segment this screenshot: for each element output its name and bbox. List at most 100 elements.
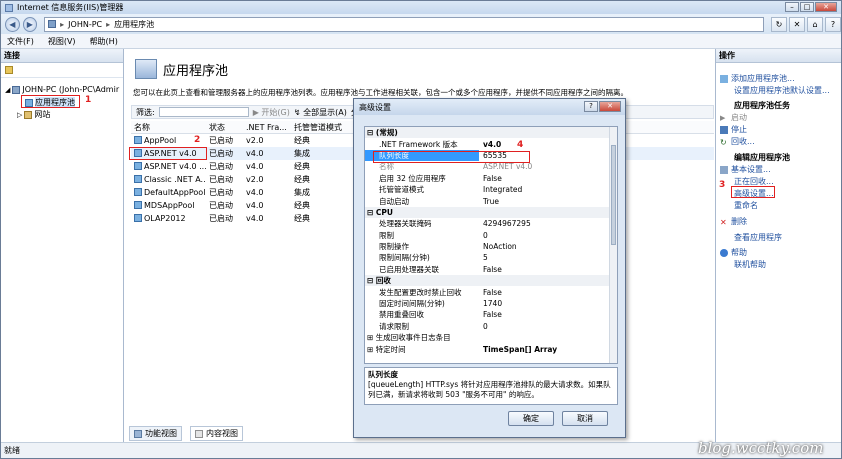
property-name-text: 启用 32 位应用程序: [379, 173, 446, 183]
expand-icon[interactable]: ⊞: [367, 333, 376, 342]
column-name[interactable]: 名称: [131, 121, 206, 133]
property-row[interactable]: 限制间隔(分钟) 5: [365, 252, 617, 263]
action-online-help[interactable]: 联机帮助: [734, 259, 766, 270]
action-stop[interactable]: 停止: [720, 124, 747, 135]
property-name-text: 托管管道模式: [379, 185, 424, 195]
property-value[interactable]: False: [479, 174, 605, 183]
property-row[interactable]: ⊞ 特定时间 TimeSpan[] Array: [365, 343, 617, 354]
cancel-button[interactable]: 取消: [562, 411, 608, 426]
action-rename-label: 重命名: [734, 201, 758, 210]
property-value[interactable]: ASP.NET v4.0: [479, 162, 605, 171]
action-help[interactable]: 帮助: [720, 247, 747, 258]
iis-manager-window: Internet 信息服务(IIS)管理器 – □ ✕ ◀ ▶ ▸ JOHN-P…: [0, 0, 842, 459]
property-grid-scrollbar[interactable]: [609, 127, 617, 363]
property-value[interactable]: 4294967295: [479, 219, 605, 228]
property-row[interactable]: 限制 0: [365, 230, 617, 241]
column-pipeline[interactable]: 托管管道模式: [291, 121, 351, 133]
table-cell: 已启动: [206, 160, 243, 173]
tab-features-view[interactable]: 功能视图: [129, 426, 182, 441]
action-start[interactable]: ▶ 启动: [720, 112, 747, 123]
property-category[interactable]: ⊟ (常规): [365, 127, 617, 139]
property-value[interactable]: 0: [479, 231, 605, 240]
property-value[interactable]: NoAction: [479, 242, 605, 251]
collapse-icon[interactable]: ⊟: [367, 208, 376, 217]
table-cell: 经典: [291, 212, 351, 225]
expand-icon[interactable]: ▷: [17, 111, 22, 119]
property-value[interactable]: v4.0: [479, 140, 605, 149]
maximize-button[interactable]: □: [800, 2, 814, 12]
property-value[interactable]: True: [479, 197, 605, 206]
cell-text: 经典: [294, 201, 310, 210]
action-view-apps[interactable]: 查看应用程序: [734, 232, 782, 243]
property-row[interactable]: 处理器关联掩码 4294967295: [365, 218, 617, 229]
action-basic-settings[interactable]: 基本设置...: [720, 164, 771, 175]
back-icon[interactable]: ◀: [5, 16, 20, 32]
collapse-icon[interactable]: ⊟: [367, 276, 376, 285]
breadcrumb-server[interactable]: JOHN-PC: [68, 20, 102, 29]
refresh-icon[interactable]: ↻: [771, 16, 787, 32]
home-icon[interactable]: ⌂: [807, 16, 823, 32]
property-row[interactable]: 自动启动 True: [365, 195, 617, 206]
property-row[interactable]: 固定时间间隔(分钟) 1740: [365, 298, 617, 309]
action-recycle[interactable]: ↻ 回收...: [720, 136, 755, 147]
close-button[interactable]: ✕: [815, 2, 837, 12]
action-set-defaults[interactable]: 设置应用程序池默认设置...: [734, 85, 830, 96]
action-add-pool[interactable]: 添加应用程序池...: [720, 73, 795, 84]
scrollbar-thumb[interactable]: [611, 145, 616, 245]
property-value[interactable]: TimeSpan[] Array: [479, 345, 605, 354]
dialog-help-button[interactable]: ?: [584, 101, 598, 112]
tab-content-view[interactable]: 内容视图: [190, 426, 243, 441]
column-dotnet[interactable]: .NET Fra...: [243, 121, 291, 133]
property-row[interactable]: 禁用重叠回收 False: [365, 309, 617, 320]
tree-item-sites[interactable]: ▷ 网站: [17, 109, 50, 120]
cell-text: MDSAppPool: [144, 201, 195, 210]
property-value[interactable]: False: [479, 310, 605, 319]
column-status[interactable]: 状态: [206, 121, 243, 133]
property-value[interactable]: False: [479, 265, 605, 274]
property-value[interactable]: 5: [479, 253, 605, 262]
property-row[interactable]: 启用 32 位应用程序 False: [365, 173, 617, 184]
show-all-button[interactable]: ↯ 全部显示(A): [294, 107, 347, 118]
property-row[interactable]: ⊞ 生成回收事件日志条目: [365, 332, 617, 343]
address-bar[interactable]: ▸ JOHN-PC ▸ 应用程序池: [44, 16, 764, 32]
stop-icon[interactable]: ✕: [789, 16, 805, 32]
collapse-icon[interactable]: ◢: [5, 86, 10, 94]
go-button[interactable]: ▶ 开始(G): [253, 107, 290, 118]
property-row[interactable]: 托管管道模式 Integrated: [365, 184, 617, 195]
property-value[interactable]: False: [479, 288, 605, 297]
sites-icon: [24, 110, 33, 119]
connect-icon[interactable]: [5, 66, 13, 74]
menu-view[interactable]: 视图(V): [48, 36, 76, 47]
filter-input[interactable]: [158, 107, 249, 117]
forward-icon[interactable]: ▶: [22, 16, 38, 32]
menu-help[interactable]: 帮助(H): [90, 36, 118, 47]
property-category[interactable]: ⊟ 回收: [365, 275, 617, 287]
ok-button[interactable]: 确定: [508, 411, 554, 426]
breadcrumb-app-pools[interactable]: 应用程序池: [114, 19, 154, 30]
property-value[interactable]: 1740: [479, 299, 605, 308]
property-category[interactable]: ⊟ CPU: [365, 206, 617, 219]
minimize-button[interactable]: –: [785, 2, 799, 12]
property-row[interactable]: 请求限制 0: [365, 321, 617, 332]
property-row[interactable]: 已启用处理器关联 False: [365, 264, 617, 275]
menu-file[interactable]: 文件(F): [7, 36, 34, 47]
property-name-text: (常规): [375, 128, 398, 138]
tree-item-server[interactable]: ◢ JOHN-PC (John-PC\Admir: [5, 85, 119, 94]
property-row[interactable]: 发生配置更改时禁止回收 False: [365, 286, 617, 297]
property-row[interactable]: 限制操作 NoAction: [365, 241, 617, 252]
watermark: blog.wcctky.com: [698, 439, 824, 457]
dialog-close-button[interactable]: ✕: [599, 101, 621, 112]
table-cell: 集成: [291, 147, 351, 160]
property-row[interactable]: .NET Framework 版本 v4.0: [365, 138, 617, 149]
cell-text: v4.0: [246, 162, 264, 171]
collapse-icon[interactable]: ⊟: [367, 128, 376, 137]
action-rename[interactable]: 重命名: [734, 200, 758, 211]
property-value[interactable]: 0: [479, 322, 605, 331]
property-value[interactable]: Integrated: [479, 185, 605, 194]
table-cell: v4.0: [243, 147, 291, 160]
annotation-number-3: 3: [719, 180, 726, 190]
property-name: 固定时间间隔(分钟): [365, 298, 479, 309]
action-delete[interactable]: ✕ 删除: [720, 216, 747, 227]
expand-icon[interactable]: ⊞: [367, 345, 376, 354]
help-icon[interactable]: ?: [825, 16, 841, 32]
